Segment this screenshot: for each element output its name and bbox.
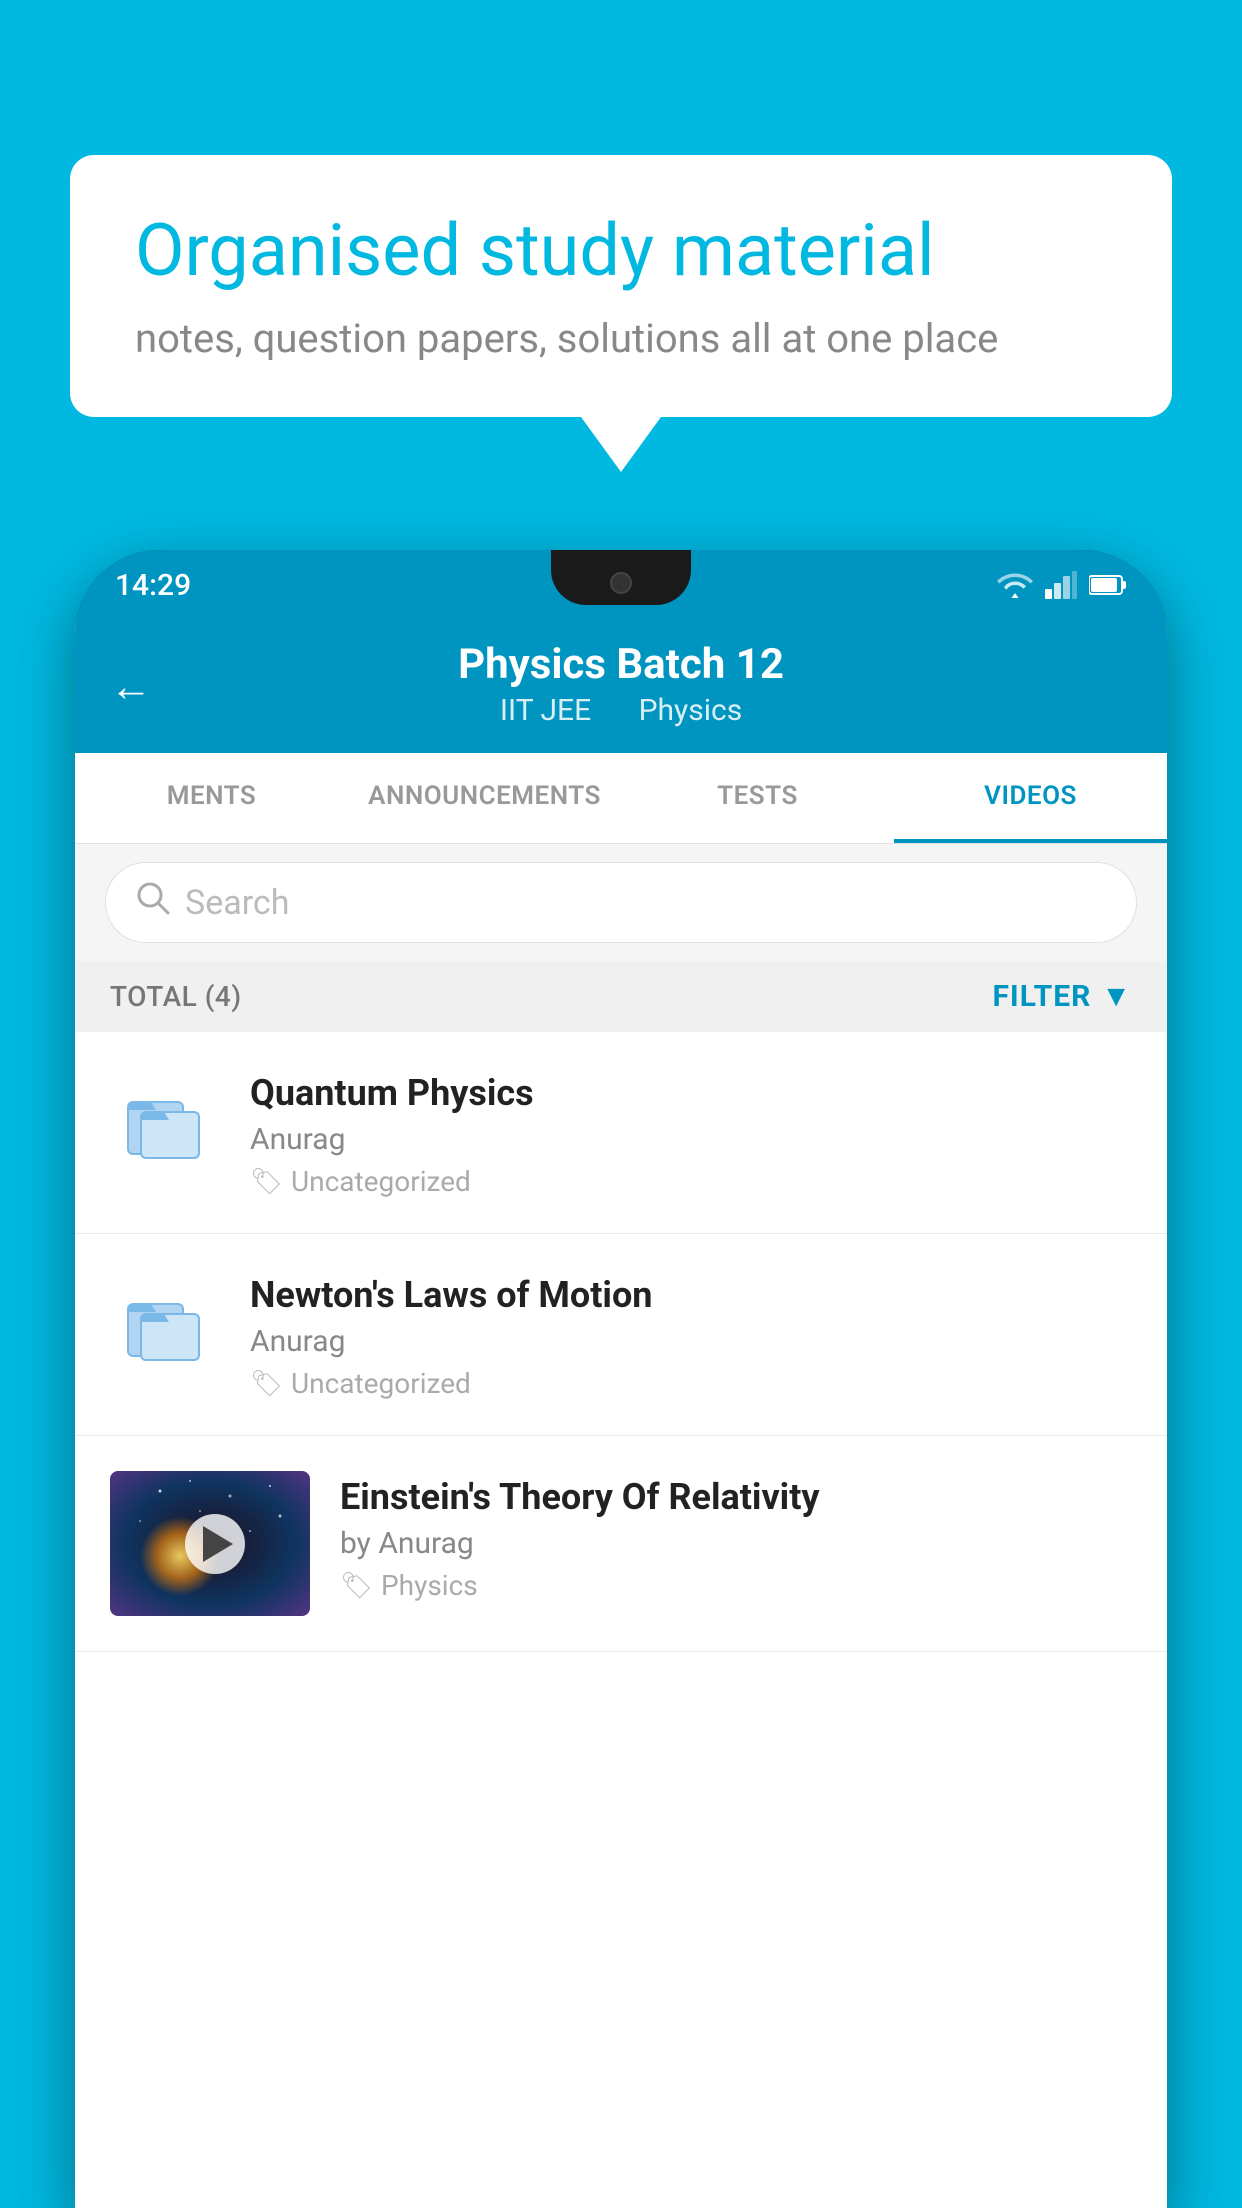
header-subtitle: IIT JEE Physics [115, 693, 1127, 728]
video-title: Quantum Physics [250, 1072, 1132, 1114]
wifi-icon [997, 571, 1033, 599]
status-bar: 14:29 [75, 550, 1167, 620]
tag-label: Uncategorized [291, 1165, 471, 1198]
header-title: Physics Batch 12 [115, 640, 1127, 689]
tab-bar: MENTS ANNOUNCEMENTS TESTS VIDEOS [75, 753, 1167, 844]
video-title: Einstein's Theory Of Relativity [340, 1476, 1132, 1518]
search-icon [136, 881, 170, 924]
search-bar[interactable]: Search [105, 862, 1137, 943]
list-item[interactable]: Einstein's Theory Of Relativity by Anura… [75, 1436, 1167, 1652]
speech-bubble: Organised study material notes, question… [70, 155, 1172, 417]
notch [551, 550, 691, 605]
header-subtitle-iit: IIT JEE [500, 693, 591, 728]
list-item[interactable]: Newton's Laws of Motion Anurag 🏷 Uncateg… [75, 1234, 1167, 1436]
video-info: Newton's Laws of Motion Anurag 🏷 Uncateg… [250, 1269, 1132, 1400]
app-header: ← Physics Batch 12 IIT JEE Physics [75, 620, 1167, 753]
filter-button[interactable]: FILTER ▼ [992, 979, 1132, 1014]
folder-icon [110, 1269, 220, 1379]
back-button[interactable]: ← [110, 662, 152, 711]
status-time: 14:29 [115, 568, 191, 603]
bubble-title: Organised study material [135, 210, 1107, 293]
filter-bar: TOTAL (4) FILTER ▼ [75, 961, 1167, 1032]
folder-icon [110, 1067, 220, 1177]
video-tag: 🏷 Uncategorized [250, 1165, 1132, 1198]
phone-screen: ← Physics Batch 12 IIT JEE Physics MENTS… [75, 620, 1167, 2208]
video-author: Anurag [250, 1324, 1132, 1359]
list-item[interactable]: Quantum Physics Anurag 🏷 Uncategorized [75, 1032, 1167, 1234]
tag-label: Physics [381, 1569, 478, 1602]
tab-ments[interactable]: MENTS [75, 753, 348, 843]
video-tag: 🏷 Uncategorized [250, 1367, 1132, 1400]
video-thumbnail [110, 1471, 310, 1616]
camera [610, 572, 632, 594]
battery-icon [1089, 574, 1127, 596]
search-bar-container: Search [75, 844, 1167, 961]
phone-frame: 14:29 [75, 550, 1167, 2208]
video-title: Newton's Laws of Motion [250, 1274, 1132, 1316]
total-count: TOTAL (4) [110, 980, 242, 1013]
tag-label: Uncategorized [291, 1367, 471, 1400]
bubble-subtitle: notes, question papers, solutions all at… [135, 315, 1107, 362]
bubble-tail [581, 417, 661, 472]
filter-funnel-icon: ▼ [1101, 979, 1132, 1014]
header-subtitle-physics: Physics [639, 693, 743, 728]
tag-icon: 🏷 [250, 1167, 283, 1197]
tag-icon: 🏷 [340, 1571, 373, 1601]
play-icon [203, 1526, 233, 1562]
filter-label: FILTER [992, 979, 1091, 1014]
video-info: Einstein's Theory Of Relativity by Anura… [340, 1471, 1132, 1602]
video-tag: 🏷 Physics [340, 1569, 1132, 1602]
tab-announcements[interactable]: ANNOUNCEMENTS [348, 753, 621, 843]
video-author: by Anurag [340, 1526, 1132, 1561]
tag-icon: 🏷 [250, 1369, 283, 1399]
tab-tests[interactable]: TESTS [621, 753, 894, 843]
signal-icon [1045, 571, 1077, 599]
tab-videos[interactable]: VIDEOS [894, 753, 1167, 843]
search-placeholder: Search [185, 883, 289, 923]
status-icons [997, 571, 1127, 599]
content-list: Quantum Physics Anurag 🏷 Uncategorized [75, 1032, 1167, 1652]
video-info: Quantum Physics Anurag 🏷 Uncategorized [250, 1067, 1132, 1198]
play-button[interactable] [185, 1514, 245, 1574]
video-author: Anurag [250, 1122, 1132, 1157]
speech-bubble-container: Organised study material notes, question… [70, 155, 1172, 472]
